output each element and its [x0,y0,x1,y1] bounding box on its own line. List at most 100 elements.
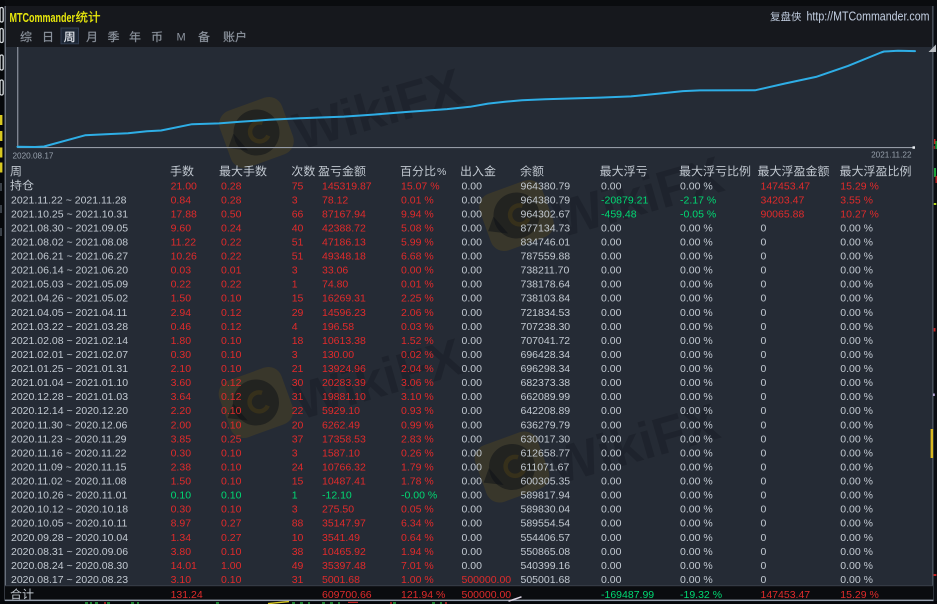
svg-text:37: 37 [292,433,304,445]
svg-text:550865.08: 550865.08 [521,546,571,558]
svg-text:0.00: 0.00 [601,335,622,347]
svg-text:0.10: 0.10 [221,574,242,586]
svg-text:-2.17 %: -2.17 % [680,194,716,206]
svg-text:696298.34: 696298.34 [521,363,571,375]
svg-text:40: 40 [292,222,304,234]
svg-text:0.10: 0.10 [221,335,242,347]
svg-text:0.99 %: 0.99 % [401,419,434,431]
svg-text:0.00: 0.00 [601,391,622,403]
svg-text:3: 3 [292,194,298,206]
svg-text:0.00: 0.00 [462,293,483,305]
svg-text:0.00: 0.00 [601,279,622,291]
svg-text:17.88: 17.88 [171,208,197,220]
svg-text:MTCommander: MTCommander [10,11,76,25]
svg-text:0.00 %: 0.00 % [840,419,873,431]
svg-text:0.00: 0.00 [462,307,483,319]
svg-text:0.00 %: 0.00 % [840,321,873,333]
svg-text:589817.94: 589817.94 [521,490,571,502]
svg-text:0.00 %: 0.00 % [840,518,873,530]
svg-text:0.01 %: 0.01 % [401,194,434,206]
svg-text:0.00: 0.00 [601,251,622,263]
svg-text:636279.79: 636279.79 [521,419,571,431]
svg-text:38: 38 [292,546,304,558]
svg-text:0.10: 0.10 [221,293,242,305]
svg-text:505001.68: 505001.68 [521,574,571,586]
svg-text:2021.08.30 ~ 2021.09.05: 2021.08.30 ~ 2021.09.05 [11,222,128,234]
svg-text:6.68 %: 6.68 % [401,251,434,263]
svg-text:589830.04: 589830.04 [521,504,571,516]
svg-text:0.22: 0.22 [221,237,242,249]
svg-text:2020.10.12 ~ 2020.10.18: 2020.10.12 ~ 2020.10.18 [11,504,128,516]
svg-text:21.00: 21.00 [171,180,197,192]
svg-text:0.22: 0.22 [171,279,192,291]
svg-text:0.00: 0.00 [601,518,622,530]
svg-text:-19.32 %: -19.32 % [680,589,722,601]
svg-text:2021.02.08 ~ 2021.02.14: 2021.02.08 ~ 2021.02.14 [11,335,128,347]
svg-text:0.00 %: 0.00 % [840,391,873,403]
svg-text:0: 0 [761,251,767,263]
svg-text:540399.16: 540399.16 [521,560,571,572]
svg-text:0: 0 [761,462,767,474]
svg-text:0: 0 [761,532,767,544]
svg-text:14596.23: 14596.23 [322,307,366,319]
svg-text:0.00 %: 0.00 % [840,447,873,459]
svg-text:0.01 %: 0.01 % [401,279,434,291]
svg-text:0.84: 0.84 [171,194,192,206]
svg-text:0.00 %: 0.00 % [840,335,873,347]
svg-text:0.00 %: 0.00 % [680,532,713,544]
svg-text:1.50: 1.50 [171,476,192,488]
svg-text:2020.11.30 ~ 2020.12.06: 2020.11.30 ~ 2020.12.06 [11,419,127,431]
svg-text:121.94 %: 121.94 % [401,589,445,601]
svg-text:24: 24 [292,462,304,474]
svg-text:2.38: 2.38 [171,462,192,474]
svg-text:10487.41: 10487.41 [322,476,366,488]
svg-text:0.00: 0.00 [462,391,483,403]
svg-text:2020.08.24 ~ 2020.08.30: 2020.08.24 ~ 2020.08.30 [11,560,128,572]
svg-text:0: 0 [761,518,767,530]
svg-text:0.00 %: 0.00 % [680,335,713,347]
svg-text:0: 0 [761,377,767,389]
svg-text:3.60: 3.60 [171,377,192,389]
svg-text:0.10: 0.10 [221,363,242,375]
svg-text:0.00: 0.00 [462,194,483,206]
svg-text:3.10 %: 3.10 % [401,391,434,403]
svg-text:0.00: 0.00 [601,237,622,249]
svg-text:0.27: 0.27 [221,518,242,530]
svg-text:0.00 %: 0.00 % [840,349,873,361]
svg-text:1: 1 [292,279,298,291]
svg-text:0.22: 0.22 [221,251,242,263]
svg-text:0.00 %: 0.00 % [840,476,873,488]
svg-text:964380.79: 964380.79 [521,194,571,206]
svg-text:0: 0 [761,419,767,431]
svg-text:%: % [437,166,446,178]
svg-text:0.30: 0.30 [171,447,192,459]
svg-text:0: 0 [761,279,767,291]
svg-text:696428.34: 696428.34 [521,349,571,361]
svg-text:0.12: 0.12 [221,321,242,333]
svg-text:90065.88: 90065.88 [761,208,805,220]
svg-text:2.25 %: 2.25 % [401,293,434,305]
svg-text:0.30: 0.30 [171,349,192,361]
svg-text:500000.00: 500000.00 [462,574,512,586]
svg-text:609700.66: 609700.66 [322,589,372,601]
svg-text:5001.68: 5001.68 [322,574,360,586]
svg-text:0.00 %: 0.00 % [840,462,873,474]
svg-text:0.00 %: 0.00 % [840,363,873,375]
svg-text:787559.88: 787559.88 [521,251,571,263]
svg-text:0.00: 0.00 [462,265,483,277]
svg-text:0.00: 0.00 [462,462,483,474]
svg-text:2.10: 2.10 [171,363,192,375]
svg-text:0.22: 0.22 [221,279,242,291]
svg-text:3: 3 [292,447,298,459]
svg-text:51: 51 [292,251,304,263]
svg-text:0.00: 0.00 [601,447,622,459]
svg-text:0.00 %: 0.00 % [680,419,713,431]
svg-text:19881.10: 19881.10 [322,391,366,403]
svg-text:2021.01.25 ~ 2021.01.31: 2021.01.25 ~ 2021.01.31 [11,363,128,375]
svg-text:0.03 %: 0.03 % [401,321,434,333]
svg-text:0.00 %: 0.00 % [680,476,713,488]
svg-text:42388.72: 42388.72 [322,222,366,234]
svg-text:0.00: 0.00 [601,546,622,558]
svg-text:31: 31 [292,391,304,403]
svg-text:0: 0 [761,265,767,277]
